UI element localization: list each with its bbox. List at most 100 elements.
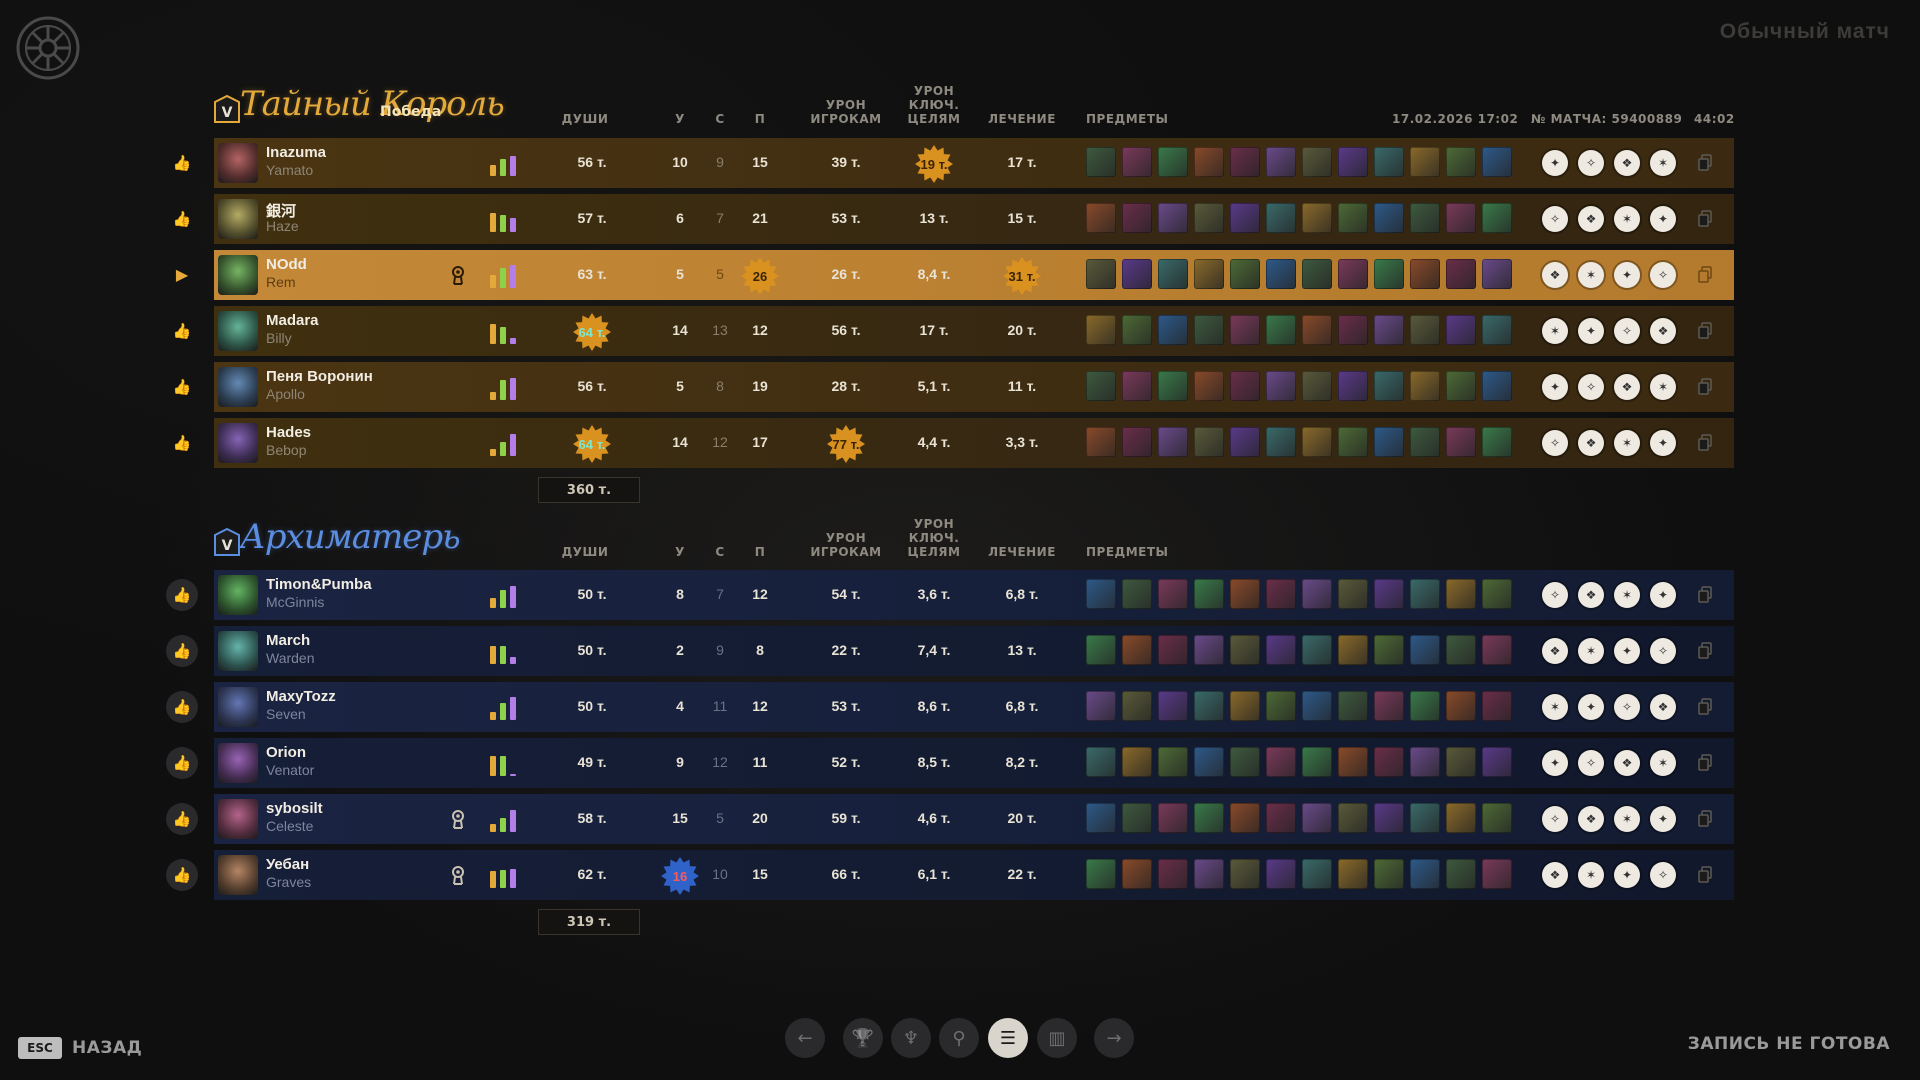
ability-icon[interactable]: ✧ — [1578, 374, 1604, 400]
item-slot[interactable] — [1374, 203, 1404, 233]
item-slot[interactable] — [1158, 427, 1188, 457]
item-slot[interactable] — [1410, 315, 1440, 345]
player-name[interactable]: Hades — [266, 424, 311, 441]
item-slot[interactable] — [1446, 147, 1476, 177]
item-slot[interactable] — [1230, 203, 1260, 233]
ability-icon[interactable]: ❖ — [1614, 750, 1640, 776]
item-slot[interactable] — [1338, 427, 1368, 457]
player-name[interactable]: sybosilt — [266, 800, 323, 817]
item-slot[interactable] — [1158, 803, 1188, 833]
copy-icon[interactable] — [1698, 434, 1712, 451]
ability-icon[interactable]: ✶ — [1650, 150, 1676, 176]
item-slot[interactable] — [1230, 859, 1260, 889]
item-slot[interactable] — [1230, 427, 1260, 457]
item-slot[interactable] — [1410, 747, 1440, 777]
ability-icon[interactable]: ✧ — [1650, 262, 1676, 288]
ability-icon[interactable]: ✶ — [1578, 262, 1604, 288]
ability-icon[interactable]: ✦ — [1578, 318, 1604, 344]
ability-icon[interactable]: ✶ — [1542, 694, 1568, 720]
esc-key-hint[interactable]: ESC — [18, 1037, 62, 1059]
ability-icon[interactable]: ✧ — [1542, 582, 1568, 608]
item-slot[interactable] — [1266, 203, 1296, 233]
item-slot[interactable] — [1230, 579, 1260, 609]
item-slot[interactable] — [1446, 747, 1476, 777]
item-slot[interactable] — [1374, 315, 1404, 345]
player-name[interactable]: Timon&Pumba — [266, 576, 372, 593]
ability-icon[interactable]: ❖ — [1578, 206, 1604, 232]
ability-icon[interactable]: ✶ — [1614, 430, 1640, 456]
item-slot[interactable] — [1302, 691, 1332, 721]
item-slot[interactable] — [1338, 203, 1368, 233]
copy-icon[interactable] — [1698, 586, 1712, 603]
item-slot[interactable] — [1230, 803, 1260, 833]
item-slot[interactable] — [1266, 315, 1296, 345]
like-button[interactable]: 👍 — [166, 427, 198, 459]
item-slot[interactable] — [1158, 147, 1188, 177]
item-slot[interactable] — [1446, 635, 1476, 665]
ability-icon[interactable]: ✶ — [1650, 374, 1676, 400]
player-row[interactable]: 👍 Пеня Воронин Apollo 56 т. 5 8 19 28 т. 5,1 т. 1… — [173, 362, 1734, 412]
item-slot[interactable] — [1410, 579, 1440, 609]
ability-icon[interactable]: ❖ — [1614, 150, 1640, 176]
ability-icon[interactable]: ✶ — [1542, 318, 1568, 344]
like-button[interactable]: 👍 — [166, 203, 198, 235]
ability-icon[interactable]: ❖ — [1578, 430, 1604, 456]
item-slot[interactable] — [1410, 691, 1440, 721]
ability-icon[interactable]: ✧ — [1650, 638, 1676, 664]
like-button[interactable]: 👍 — [166, 371, 198, 403]
copy-icon[interactable] — [1698, 866, 1712, 883]
like-button[interactable]: 👍 — [166, 803, 198, 835]
item-slot[interactable] — [1122, 859, 1152, 889]
item-slot[interactable] — [1086, 859, 1116, 889]
player-name[interactable]: NOdd — [266, 256, 307, 273]
item-slot[interactable] — [1302, 203, 1332, 233]
item-slot[interactable] — [1482, 635, 1512, 665]
back-button[interactable]: НАЗАД — [72, 1038, 142, 1058]
item-slot[interactable] — [1086, 803, 1116, 833]
copy-icon[interactable] — [1698, 698, 1712, 715]
ability-icon[interactable]: ✶ — [1614, 582, 1640, 608]
copy-icon[interactable] — [1698, 378, 1712, 395]
item-slot[interactable] — [1410, 259, 1440, 289]
item-slot[interactable] — [1410, 859, 1440, 889]
like-button[interactable]: 👍 — [166, 315, 198, 347]
ability-icon[interactable]: ✧ — [1614, 318, 1640, 344]
item-slot[interactable] — [1302, 427, 1332, 457]
item-slot[interactable] — [1482, 147, 1512, 177]
ability-icon[interactable]: ✶ — [1614, 806, 1640, 832]
item-slot[interactable] — [1302, 747, 1332, 777]
item-slot[interactable] — [1374, 859, 1404, 889]
item-slot[interactable] — [1338, 579, 1368, 609]
item-slot[interactable] — [1446, 579, 1476, 609]
item-slot[interactable] — [1194, 147, 1224, 177]
item-slot[interactable] — [1482, 691, 1512, 721]
ability-icon[interactable]: ✧ — [1578, 750, 1604, 776]
nav-key-button[interactable]: ⚲ — [939, 1018, 979, 1058]
copy-icon[interactable] — [1698, 322, 1712, 339]
item-slot[interactable] — [1266, 859, 1296, 889]
player-name[interactable]: Orion — [266, 744, 306, 761]
player-name[interactable]: Пеня Воронин — [266, 368, 373, 385]
item-slot[interactable] — [1482, 315, 1512, 345]
item-slot[interactable] — [1266, 259, 1296, 289]
copy-icon[interactable] — [1698, 154, 1712, 171]
player-row[interactable]: 👍 Madara Billy 64 т. 14 13 12 56 т. 17 т. 20 т. ✶ ✦… — [173, 306, 1734, 356]
item-slot[interactable] — [1086, 747, 1116, 777]
item-slot[interactable] — [1086, 427, 1116, 457]
nav-trophy-button[interactable]: 🏆 — [843, 1018, 883, 1058]
item-slot[interactable] — [1338, 859, 1368, 889]
item-slot[interactable] — [1482, 259, 1512, 289]
item-slot[interactable] — [1374, 371, 1404, 401]
item-slot[interactable] — [1338, 147, 1368, 177]
item-slot[interactable] — [1122, 427, 1152, 457]
player-row[interactable]: 👍 Timon&Pumba McGinnis 50 т. 8 7 12 54 т. 3,6 т.… — [166, 570, 1734, 620]
item-slot[interactable] — [1446, 427, 1476, 457]
item-slot[interactable] — [1266, 147, 1296, 177]
ability-icon[interactable]: ✧ — [1542, 430, 1568, 456]
item-slot[interactable] — [1374, 427, 1404, 457]
item-slot[interactable] — [1338, 803, 1368, 833]
item-slot[interactable] — [1338, 747, 1368, 777]
item-slot[interactable] — [1158, 371, 1188, 401]
copy-icon[interactable] — [1698, 810, 1712, 827]
item-slot[interactable] — [1266, 803, 1296, 833]
